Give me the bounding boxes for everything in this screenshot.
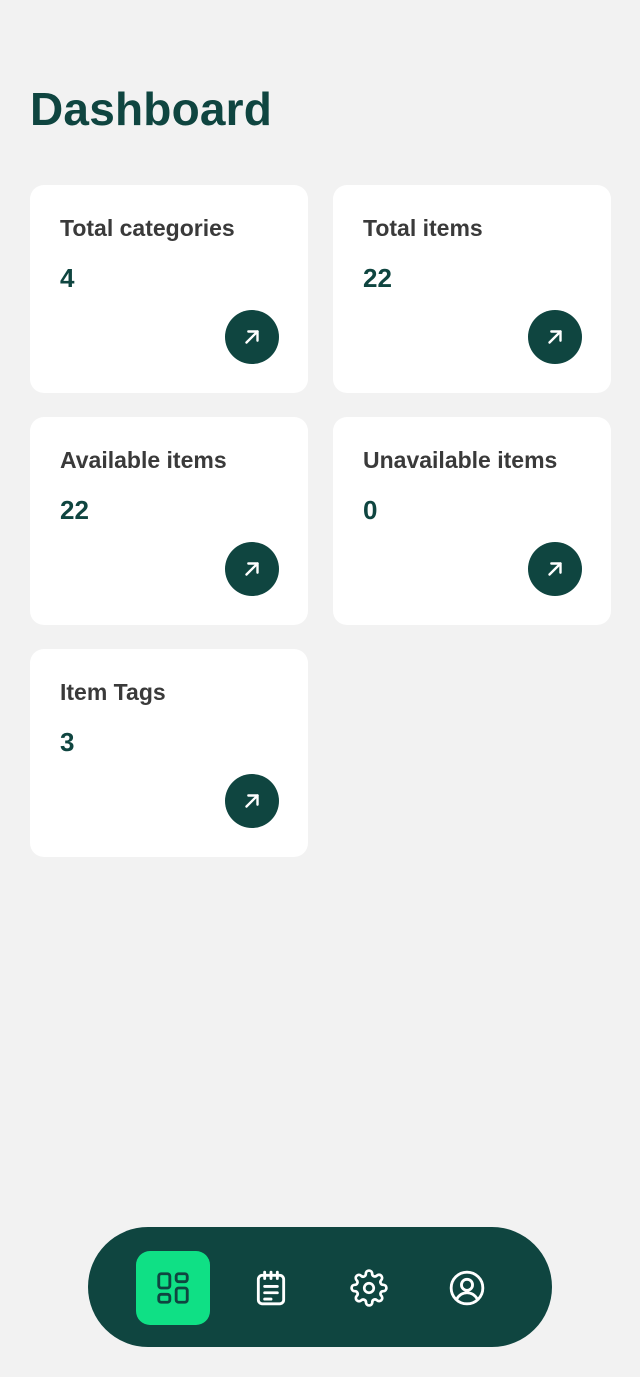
stat-card-label: Unavailable items [363, 447, 558, 473]
stat-card-unavailable-items: Unavailable items 0 [333, 417, 611, 625]
open-item-tags-button[interactable] [225, 774, 279, 828]
open-available-items-button[interactable] [225, 542, 279, 596]
gear-icon [350, 1269, 388, 1307]
dashboard-icon [157, 1272, 189, 1304]
arrow-up-right-icon [548, 330, 562, 344]
stat-card-value: 22 [60, 495, 89, 525]
stat-card-total-categories: Total categories 4 [30, 185, 308, 393]
bottom-nav [88, 1227, 552, 1347]
stat-card-label: Total categories [60, 215, 235, 241]
stats-grid: Total categories 4 Total items 22 Availa… [30, 185, 611, 857]
arrow-up-right-icon [548, 562, 562, 576]
open-total-items-button[interactable] [528, 310, 582, 364]
notepad-icon [256, 1270, 286, 1306]
stat-card-item-tags: Item Tags 3 [30, 649, 308, 857]
open-unavailable-items-button[interactable] [528, 542, 582, 596]
nav-profile[interactable] [430, 1251, 504, 1325]
stat-card-label: Available items [60, 447, 227, 473]
user-circle-icon [449, 1270, 485, 1306]
open-total-categories-button[interactable] [225, 310, 279, 364]
stat-card-label: Item Tags [60, 679, 166, 705]
stat-card-value: 22 [363, 263, 392, 293]
nav-dashboard[interactable] [136, 1251, 210, 1325]
stat-card-label: Total items [363, 215, 483, 241]
arrow-up-right-icon [245, 794, 259, 808]
stat-card-value: 4 [60, 263, 75, 293]
stat-card-total-items: Total items 22 [333, 185, 611, 393]
arrow-up-right-icon [245, 330, 259, 344]
stat-card-value: 3 [60, 727, 75, 757]
nav-notes[interactable] [234, 1251, 308, 1325]
stat-card-available-items: Available items 22 [30, 417, 308, 625]
arrow-up-right-icon [245, 562, 259, 576]
page-title: Dashboard [30, 83, 273, 135]
stat-card-value: 0 [363, 495, 378, 525]
nav-settings[interactable] [332, 1251, 406, 1325]
